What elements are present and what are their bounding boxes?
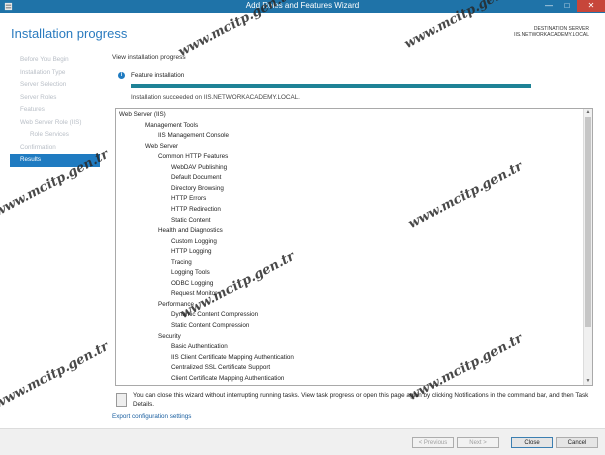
nav-item-installation-type: Installation Type [20, 68, 66, 76]
results-item: HTTP Errors [171, 195, 207, 203]
installation-progress-bar [131, 84, 531, 88]
close-button[interactable]: Close [511, 437, 553, 448]
nav-item-web-server-role-iis: Web Server Role (IIS) [20, 118, 82, 126]
close-wizard-note: You can close this wizard without interr… [133, 392, 589, 408]
scroll-thumb[interactable] [585, 117, 591, 327]
results-item: Security [158, 332, 181, 340]
scroll-up-icon[interactable]: ▲ [584, 109, 592, 116]
results-item: Web Server (IIS) [119, 111, 166, 118]
results-item: IIS Management Console [158, 132, 230, 140]
page-title: Installation progress [11, 26, 128, 41]
results-scrollbar[interactable]: ▲ ▼ [583, 109, 592, 385]
results-item: IIS Client Certificate Mapping Authentic… [171, 353, 294, 361]
notification-icon [116, 393, 127, 407]
minimize-button[interactable]: — [540, 0, 558, 12]
results-item: Tracing [171, 258, 192, 266]
results-item: Digest Authentication [171, 385, 230, 386]
results-item: Static Content [171, 216, 211, 224]
nav-item-confirmation: Confirmation [20, 143, 56, 151]
next-button[interactable]: Next > [457, 437, 499, 448]
destination-server-value: IIS.NETWORKACADEMY.LOCAL [514, 32, 589, 38]
feature-installation-label: Feature installation [131, 72, 185, 79]
previous-button[interactable]: < Previous [412, 437, 454, 448]
wizard-footer: < Previous Next > Close Cancel [0, 428, 605, 455]
wizard-header: Installation progress DESTINATION SERVER… [0, 13, 605, 49]
nav-item-server-roles: Server Roles [20, 93, 57, 101]
results-item: Directory Browsing [171, 184, 224, 192]
watermark: www.mcitp.gen.tr [0, 339, 112, 412]
results-item: HTTP Logging [171, 248, 212, 256]
nav-item-server-selection: Server Selection [20, 81, 67, 88]
installation-result-message: Installation succeeded on IIS.NETWORKACA… [131, 94, 300, 101]
results-item: Common HTTP Features [158, 153, 229, 161]
results-item: Centralized SSL Certificate Support [171, 364, 271, 372]
results-item: Web Server [145, 142, 179, 150]
nav-item-before-you-begin: Before You Begin [20, 56, 69, 63]
results-item: ODBC Logging [171, 279, 214, 287]
results-item: Custom Logging [171, 237, 217, 245]
scroll-down-icon[interactable]: ▼ [584, 378, 592, 385]
nav-item-features: Features [20, 106, 45, 113]
nav-item-role-services: Role Services [30, 131, 69, 138]
close-window-button[interactable]: ✕ [577, 0, 605, 12]
window-title: Add Roles and Features Wizard [245, 1, 360, 10]
maximize-button[interactable]: □ [558, 0, 576, 12]
results-item: Health and Diagnostics [158, 227, 223, 235]
results-item: Default Document [171, 174, 222, 182]
info-icon: i [118, 72, 125, 79]
export-configuration-link[interactable]: Export configuration settings [112, 413, 191, 420]
results-item: Logging Tools [171, 269, 210, 277]
results-item: HTTP Redirection [171, 205, 221, 213]
results-item: Client Certificate Mapping Authenticatio… [171, 374, 285, 382]
wizard-navigation: Before You Begin Installation Type Server … [0, 54, 102, 167]
cancel-button[interactable]: Cancel [556, 437, 598, 448]
results-item: Basic Authentication [171, 343, 228, 351]
title-bar: Add Roles and Features Wizard — □ ✕ [0, 0, 605, 13]
results-item: WebDAV Publishing [171, 163, 228, 171]
results-item: Management Tools [145, 121, 199, 129]
results-item: Static Content Compression [171, 322, 250, 329]
